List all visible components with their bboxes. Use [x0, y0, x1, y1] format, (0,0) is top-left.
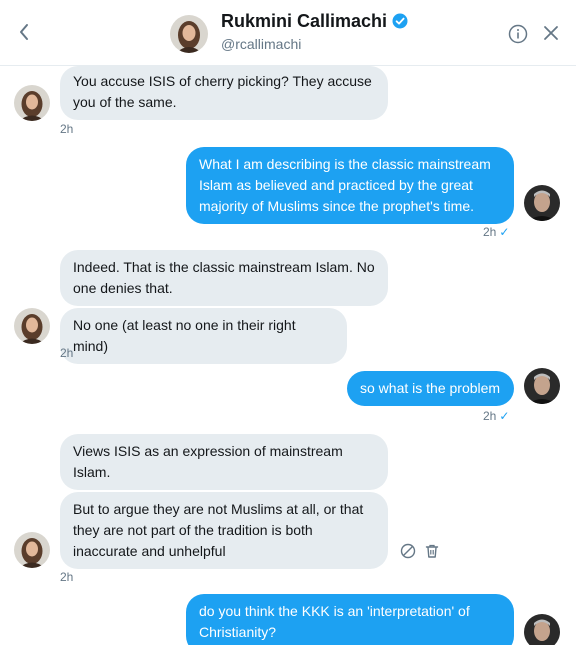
- message-timestamp: 2h ✓: [483, 409, 509, 423]
- message-text: so what is the problem: [360, 380, 501, 396]
- message-text: Indeed. That is the classic mainstream I…: [73, 259, 375, 296]
- report-icon: [400, 543, 416, 559]
- message-timestamp: 2h ✓: [483, 225, 509, 239]
- conversation-header: Rukmini Callimachi @rcallimachi: [0, 0, 576, 66]
- delete-button[interactable]: [424, 543, 440, 559]
- outgoing-message-bubble[interactable]: What I am describing is the classic main…: [186, 147, 514, 224]
- incoming-message-bubble[interactable]: But to argue they are not Muslims at all…: [60, 492, 388, 569]
- outgoing-message-bubble[interactable]: so what is the problem: [347, 371, 514, 406]
- contact-handle: @rcallimachi: [221, 36, 302, 52]
- close-button[interactable]: [542, 24, 560, 42]
- own-avatar[interactable]: [524, 368, 560, 404]
- delete-icon: [425, 544, 439, 558]
- verified-badge-icon: [392, 13, 408, 29]
- sender-avatar[interactable]: [14, 308, 50, 344]
- info-button[interactable]: [508, 24, 528, 44]
- report-button[interactable]: [400, 543, 416, 559]
- message-text: No one (at least no one in their right m…: [73, 317, 296, 354]
- message-timestamp: 2h: [60, 570, 74, 584]
- message-text: But to argue they are not Muslims at all…: [73, 501, 364, 559]
- sent-check-icon: ✓: [499, 409, 510, 423]
- incoming-message-bubble[interactable]: You accuse ISIS of cherry picking? They …: [60, 66, 388, 120]
- incoming-message-bubble[interactable]: Indeed. That is the classic mainstream I…: [60, 250, 388, 306]
- contact-name-text: Rukmini Callimachi: [221, 11, 388, 31]
- own-avatar[interactable]: [524, 185, 560, 221]
- timestamp-text: 2h: [483, 409, 497, 423]
- timestamp-text: 2h: [483, 225, 497, 239]
- message-text: What I am describing is the classic main…: [199, 156, 491, 214]
- message-timestamp: 2h: [60, 346, 74, 360]
- back-button[interactable]: [14, 20, 34, 44]
- sender-avatar[interactable]: [14, 532, 50, 568]
- close-icon: [544, 26, 558, 40]
- message-thread: You accuse ISIS of cherry picking? They …: [0, 66, 576, 645]
- message-text: do you think the KKK is an 'interpretati…: [199, 603, 470, 640]
- sent-check-icon: ✓: [499, 225, 510, 239]
- message-text: Views ISIS as an expression of mainstrea…: [73, 443, 343, 480]
- incoming-message-bubble[interactable]: No one (at least no one in their right m…: [60, 308, 347, 364]
- message-timestamp: 2h: [60, 122, 74, 136]
- contact-name[interactable]: Rukmini Callimachi: [221, 11, 408, 32]
- outgoing-message-bubble[interactable]: do you think the KKK is an 'interpretati…: [186, 594, 514, 645]
- info-icon: [508, 24, 528, 44]
- message-text: You accuse ISIS of cherry picking? They …: [73, 73, 372, 110]
- header-avatar[interactable]: [170, 15, 208, 53]
- incoming-message-bubble[interactable]: Views ISIS as an expression of mainstrea…: [60, 434, 388, 490]
- own-avatar[interactable]: [524, 614, 560, 645]
- chevron-left-icon: [20, 24, 28, 40]
- sender-avatar[interactable]: [14, 85, 50, 121]
